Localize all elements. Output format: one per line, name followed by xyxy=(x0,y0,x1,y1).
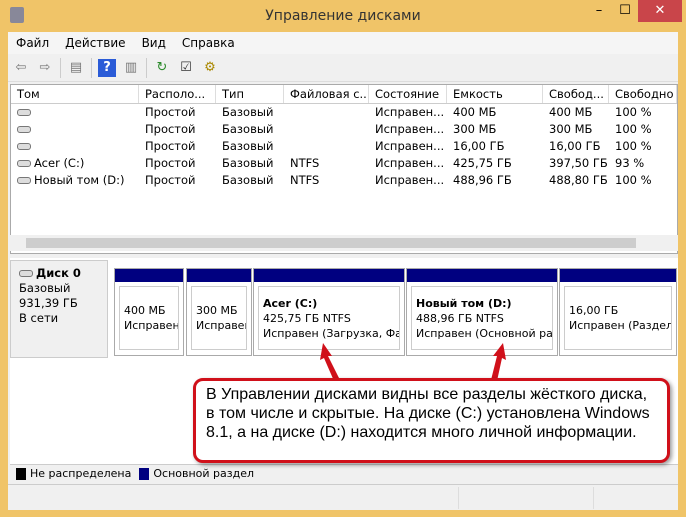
arrow-to-c xyxy=(320,343,340,381)
annotation-callout: В Управлении дисками видны все разделы ж… xyxy=(193,378,670,463)
arrow-to-d xyxy=(491,343,506,381)
callout-text: В Управлении дисками видны все разделы ж… xyxy=(206,386,650,441)
